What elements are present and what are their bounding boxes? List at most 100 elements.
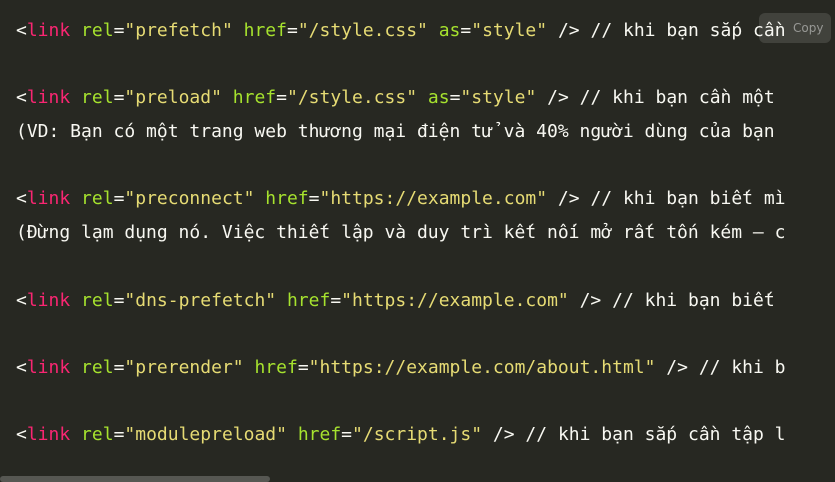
code-token-punct: =	[341, 424, 353, 446]
code-token-punct: =	[113, 356, 125, 378]
code-token-punct: <	[16, 289, 27, 311]
code-token-punct: />	[557, 20, 580, 41]
code-token-attr: href	[297, 424, 342, 446]
code-token-str: "dns-prefetch"	[124, 289, 277, 311]
code-token-tag: link	[26, 356, 71, 378]
code-token-attr: href	[286, 289, 331, 311]
code-token-punct: =	[308, 188, 320, 210]
code-token-attr: rel	[81, 20, 114, 41]
code-token-str: "/style.css"	[287, 87, 418, 109]
code-token-tag: link	[26, 289, 71, 311]
code-token-punct: =	[286, 20, 298, 41]
code-token-str: "style"	[471, 20, 548, 41]
code-token-attr: href	[265, 188, 309, 210]
code-line: (VD: Bạn có một trang web thương mại điệ…	[16, 115, 786, 149]
code-token-punct: =	[460, 20, 472, 41]
code-line: (Đừng lạm dụng nó. Việc thiết lập và duy…	[16, 216, 786, 250]
code-line: <link rel="dns-prefetch" href="https://e…	[16, 284, 786, 318]
code-token-attr: rel	[81, 87, 114, 109]
code-token-comment: // khi bạn biết mì	[579, 188, 786, 210]
code-token-str: "https://example.com"	[319, 188, 548, 210]
horizontal-scrollbar[interactable]	[0, 476, 270, 482]
code-token-punct: =	[113, 87, 125, 109]
code-line: <link rel="preconnect" href="https://exa…	[16, 182, 786, 216]
code-line: <link rel="preload" href="/style.css" as…	[16, 81, 786, 115]
code-token-punct: =	[297, 356, 309, 378]
code-token-punct: <	[16, 87, 27, 109]
code-token-punct: =	[449, 87, 461, 109]
code-token-punct: =	[330, 289, 342, 311]
code-token-punct: =	[276, 87, 287, 109]
code-token-punct: =	[113, 188, 125, 210]
code-token-attr: href	[243, 20, 287, 41]
code-token-punct: =	[113, 20, 125, 41]
code-token-str: "prerender"	[124, 356, 244, 378]
code-line: <link rel="prefetch" href="/style.css" a…	[16, 14, 786, 48]
code-token-punct: <	[16, 188, 27, 210]
code-token-attr: as	[427, 87, 450, 109]
code-token-punct: />	[557, 188, 580, 210]
code-token-comment: // khi bạn sắp cần	[579, 20, 786, 41]
code-token-attr: href	[254, 356, 298, 378]
code-token-tag: link	[26, 424, 71, 446]
code-token-str: "style"	[460, 87, 537, 109]
code-token-attr: as	[438, 20, 461, 41]
code-token-punct: />	[666, 356, 688, 378]
code-token-punct: />	[579, 289, 602, 311]
code-token-str: "preload"	[124, 87, 222, 109]
code-token-attr: rel	[81, 289, 114, 311]
code-token-attr: href	[232, 87, 277, 109]
code-token-str: "https://example.com/about.html"	[308, 356, 656, 378]
code-token-comment: // khi bạn sắp cần tập l	[514, 424, 786, 446]
code-block: <link rel="prefetch" href="/style.css" a…	[0, 0, 835, 482]
code-token-comment: (VD: Bạn có một trang web thương mại điệ…	[16, 121, 775, 143]
code-token-punct: =	[113, 424, 125, 446]
code-token-str: "/style.css"	[297, 20, 428, 41]
code-content: <link rel="prefetch" href="/style.css" a…	[16, 14, 786, 452]
code-token-comment: // khi b	[687, 356, 786, 378]
code-token-comment: (Đừng lạm dụng nó. Việc thiết lập và duy…	[16, 222, 786, 244]
code-token-punct: <	[16, 20, 27, 41]
code-token-punct: />	[547, 87, 569, 109]
copy-button[interactable]: Copy	[759, 13, 831, 43]
code-token-punct: =	[113, 289, 125, 311]
code-token-punct: />	[492, 424, 515, 446]
code-line: <link rel="prerender" href="https://exam…	[16, 351, 786, 385]
code-token-tag: link	[26, 87, 71, 109]
code-token-str: "modulepreload"	[124, 424, 287, 446]
code-token-tag: link	[26, 20, 71, 41]
code-token-attr: rel	[81, 356, 114, 378]
code-token-attr: rel	[81, 188, 114, 210]
code-token-punct: <	[16, 424, 27, 446]
code-token-str: "https://example.com"	[341, 289, 569, 311]
code-token-punct: <	[16, 356, 27, 378]
code-token-str: "/script.js"	[352, 424, 483, 446]
code-line: <link rel="modulepreload" href="/script.…	[16, 418, 786, 452]
code-token-tag: link	[26, 188, 71, 210]
code-token-str: "prefetch"	[124, 20, 233, 41]
code-token-comment: // khi bạn cần một	[568, 87, 775, 109]
code-token-str: "preconnect"	[124, 188, 255, 210]
